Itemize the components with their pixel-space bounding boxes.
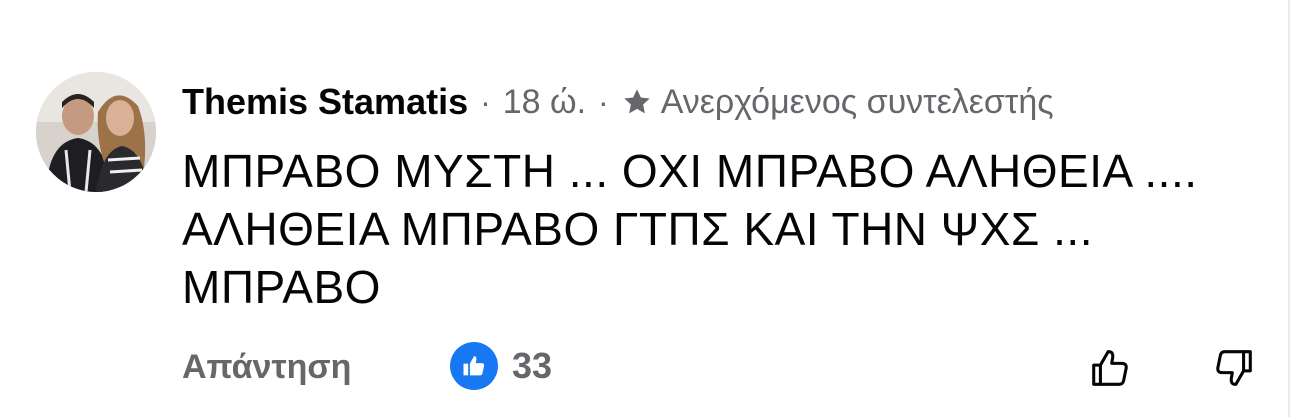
comment-text-line: ΜΠΡΑΒΟ [182, 261, 381, 313]
comment-actions: Απάντηση 33 [182, 340, 1266, 396]
badge-label: Ανερχόμενος συντελεστής [660, 82, 1054, 121]
comment-text-line: ΑΛΗΘΕΙΑ ΜΠΡΑΒΟ ΓΤΠΣ ΚΑΙ ΤΗΝ ΨΧΣ ... [182, 203, 1093, 255]
author-name[interactable]: Themis Stamatis [182, 81, 468, 123]
comment-text: ΜΠΡΑΒΟ ΜΥΣΤΗ ... ΟΧΙ ΜΠΡΑΒΟ ΑΛΗΘΕΙΑ ....… [182, 142, 1266, 316]
timestamp[interactable]: 18 ώ. [503, 83, 586, 122]
contributor-badge: Ανερχόμενος συντελεστής [621, 83, 1054, 122]
separator: · [598, 83, 609, 120]
reply-button[interactable]: Απάντηση [182, 348, 351, 387]
thumbs-up-glyph [463, 356, 485, 376]
like-count: 33 [512, 345, 553, 386]
avatar-photo [36, 72, 156, 192]
comment-body: Themis Stamatis · 18 ώ. · Ανερχόμενος συ… [182, 78, 1266, 316]
comment-text-line: ΜΠΡΑΒΟ ΜΥΣΤΗ ... ΟΧΙ ΜΠΡΑΒΟ ΑΛΗΘΕΙΑ .... [182, 145, 1198, 197]
thumbs-up-outline-icon [1092, 350, 1128, 386]
downvote-button[interactable] [1206, 340, 1262, 396]
star-icon [624, 89, 650, 114]
thumbs-down-outline-icon [1216, 350, 1252, 386]
comment-meta: Themis Stamatis · 18 ώ. · Ανερχόμενος συ… [182, 78, 1266, 126]
reaction-summary[interactable]: 33 [450, 342, 552, 390]
thumbs-up-icon [450, 342, 498, 390]
upvote-button[interactable] [1082, 340, 1138, 396]
separator: · [480, 83, 491, 120]
avatar[interactable] [36, 72, 156, 192]
